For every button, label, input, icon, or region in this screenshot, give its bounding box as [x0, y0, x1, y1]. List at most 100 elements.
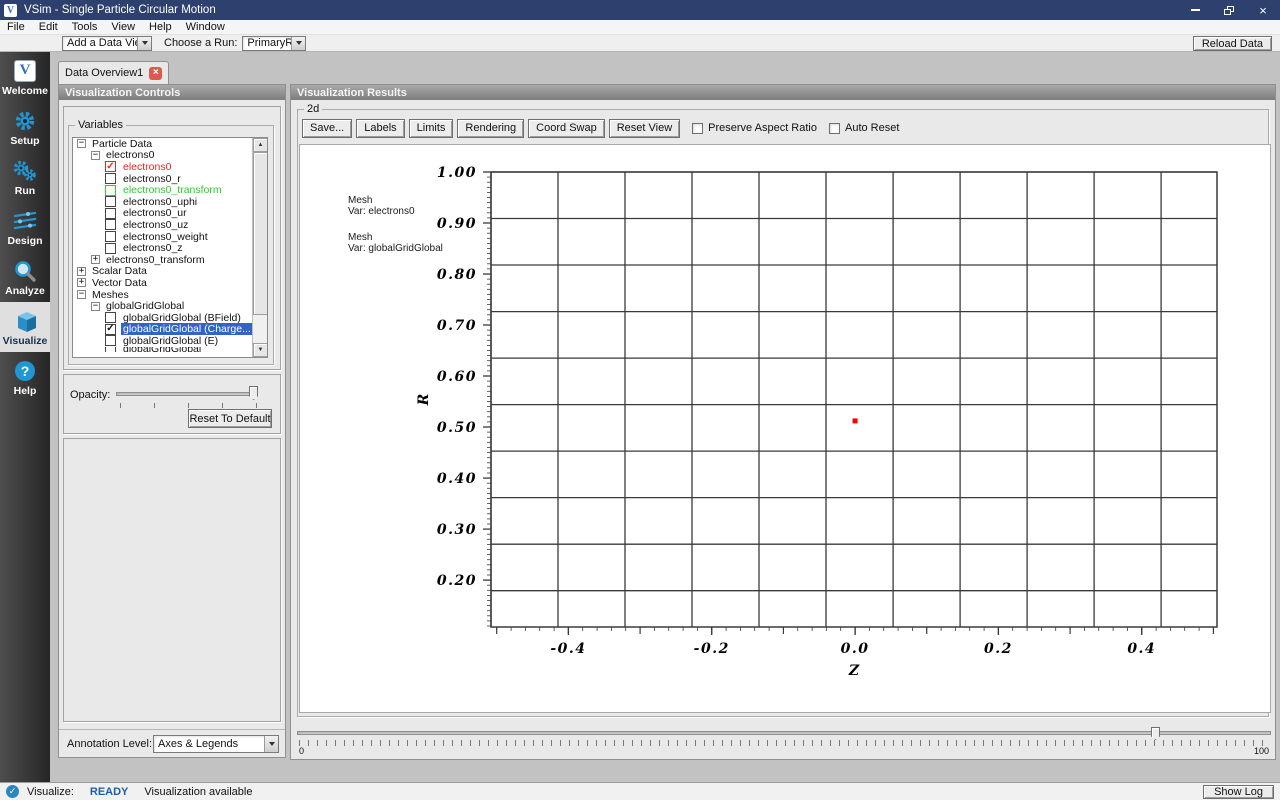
menu-tools[interactable]: Tools	[65, 20, 105, 35]
tree-item[interactable]: electrons0_z	[73, 242, 252, 254]
sidebar-item-run[interactable]: Run	[0, 152, 50, 202]
tree-checkbox[interactable]	[105, 173, 116, 185]
tree-checkbox[interactable]	[105, 346, 116, 352]
time-slider[interactable]	[297, 731, 1271, 735]
chevron-down-icon	[264, 736, 278, 752]
tree-checkbox[interactable]	[105, 312, 116, 324]
sidebar-item-welcome[interactable]: V Welcome	[0, 52, 50, 102]
time-slider-min: 0	[299, 746, 305, 756]
tree-item[interactable]: − Particle Data	[73, 138, 252, 150]
vsim-logo-icon: V	[4, 3, 17, 17]
scrollbar-thumb[interactable]	[253, 152, 267, 315]
tree-checkbox[interactable]	[105, 219, 116, 231]
status-message: Visualization available	[144, 785, 253, 798]
tree-scrollbar[interactable]: ▲ ▼	[252, 138, 267, 357]
reset-view-button[interactable]: Reset View	[608, 118, 681, 138]
run-dropdown[interactable]: PrimaryRun	[242, 35, 307, 51]
sidebar-item-visualize[interactable]: Visualize	[0, 302, 50, 352]
annotation-row: Annotation Level: Axes & Legends	[59, 729, 285, 759]
controls-panel-body: Variables − Particle Data − electrons0 ✓ elec…	[59, 100, 285, 757]
tree-checkbox[interactable]	[105, 335, 116, 347]
tree-item[interactable]: ✓ globalGridGlobal (Charge...	[73, 323, 252, 336]
sidebar-item-label: Analyze	[5, 284, 45, 297]
save-button[interactable]: Save...	[302, 118, 353, 138]
collapse-icon[interactable]: −	[77, 290, 86, 300]
tab-close-icon[interactable]: ×	[149, 66, 163, 80]
expand-icon[interactable]: +	[77, 266, 86, 276]
tree-item[interactable]: ✓ electrons0	[73, 161, 252, 173]
tree-item-label: electrons0_transform	[106, 253, 205, 266]
svg-text:0.80: 0.80	[437, 267, 477, 283]
tree-item[interactable]: − Meshes	[73, 289, 252, 301]
tree-item[interactable]: electrons0_weight	[73, 231, 252, 243]
limits-button[interactable]: Limits	[408, 118, 454, 138]
scroll-down-icon[interactable]: ▼	[253, 343, 267, 357]
labels-button[interactable]: Labels	[356, 118, 405, 138]
preserve-aspect-ratio-checkbox[interactable]: Preserve Aspect Ratio	[692, 122, 817, 134]
expand-icon[interactable]: +	[91, 255, 100, 265]
menu-file[interactable]: File	[0, 20, 32, 35]
tree-item[interactable]: + Scalar Data	[73, 265, 252, 277]
tree-checkbox[interactable]	[105, 196, 116, 208]
tree-checkbox[interactable]	[105, 242, 116, 254]
opacity-slider-handle[interactable]	[249, 386, 258, 400]
tree-item[interactable]: electrons0_uz	[73, 219, 252, 231]
tree-item[interactable]: globalGridGlobal	[73, 346, 252, 352]
time-slider-row: 0 100	[297, 727, 1271, 758]
tree-checkbox[interactable]: ✓	[105, 323, 116, 335]
collapse-icon[interactable]: −	[91, 150, 100, 160]
sidebar-item-setup[interactable]: Setup	[0, 102, 50, 152]
annotation-level-dropdown[interactable]: Axes & Legends	[153, 735, 279, 753]
checkbox-icon	[829, 122, 840, 134]
menu-window[interactable]: Window	[179, 20, 232, 35]
tree-item-label: globalGridGlobal (BField)	[123, 311, 241, 324]
sidebar-item-help[interactable]: ? Help	[0, 352, 50, 402]
svg-text:?: ?	[21, 363, 30, 379]
menu-edit[interactable]: Edit	[32, 20, 65, 35]
tree-item-label: electrons0_uphi	[123, 195, 198, 208]
collapse-icon[interactable]: −	[77, 139, 86, 149]
checkbox-icon	[692, 122, 704, 134]
restore-button[interactable]	[1212, 0, 1246, 20]
scroll-up-icon[interactable]: ▲	[253, 138, 267, 152]
tree-checkbox[interactable]	[105, 231, 116, 243]
opacity-label: Opacity:	[70, 389, 111, 401]
choose-run-label: Choose a Run:	[164, 37, 238, 49]
tree-item[interactable]: − globalGridGlobal	[73, 300, 252, 312]
menu-help[interactable]: Help	[142, 20, 179, 35]
expand-icon[interactable]: +	[77, 278, 86, 288]
results-panel-header: Visualization Results	[291, 85, 1275, 100]
2d-groupbox: 2d Save... Labels Limits Rendering Coord Swa…	[297, 103, 1271, 717]
tree-item[interactable]: globalGridGlobal (E)	[73, 335, 252, 347]
coord-swap-button[interactable]: Coord Swap	[528, 118, 605, 138]
tree-checkbox[interactable]	[105, 184, 116, 196]
collapse-icon[interactable]: −	[91, 301, 100, 311]
show-log-button[interactable]: Show Log	[1203, 785, 1274, 799]
minimize-button[interactable]	[1178, 0, 1212, 20]
rendering-button[interactable]: Rendering	[457, 118, 525, 138]
close-button[interactable]: ×	[1246, 0, 1280, 20]
sidebar-item-design[interactable]: Design	[0, 202, 50, 252]
tree-item[interactable]: − electrons0	[73, 149, 252, 161]
reset-to-default-button[interactable]: Reset To Default	[188, 409, 272, 428]
tab-data-overview1[interactable]: Data Overview1 ×	[58, 61, 170, 84]
tree-item[interactable]: electrons0_uphi	[73, 196, 252, 208]
tree-item[interactable]: + electrons0_transform	[73, 254, 252, 266]
tree-item[interactable]: + Vector Data	[73, 277, 252, 289]
opacity-ticks	[120, 403, 258, 408]
sidebar-item-analyze[interactable]: Analyze	[0, 252, 50, 302]
reload-data-button[interactable]: Reload Data	[1192, 36, 1272, 51]
tree-item[interactable]: globalGridGlobal (BField)	[73, 312, 252, 324]
tree-checkbox[interactable]: ✓	[105, 161, 116, 173]
tree-item[interactable]: electrons0_ur	[73, 207, 252, 219]
add-data-view-dropdown[interactable]: Add a Data View	[62, 35, 152, 51]
tree-checkbox[interactable]	[105, 207, 116, 219]
sidebar-item-label: Welcome	[2, 84, 48, 97]
time-slider-handle[interactable]	[1151, 727, 1161, 740]
menu-view[interactable]: View	[104, 20, 142, 35]
tree-item[interactable]: electrons0_transform	[73, 184, 252, 196]
opacity-slider[interactable]	[116, 392, 258, 396]
plot-canvas[interactable]: 1.00 0.90 0.80 0.70 0.60 0.50 0.40 0.30 0.20 -0.4…	[299, 144, 1271, 713]
tree-item[interactable]: electrons0_r	[73, 173, 252, 185]
auto-reset-checkbox[interactable]: Auto Reset	[829, 122, 899, 134]
